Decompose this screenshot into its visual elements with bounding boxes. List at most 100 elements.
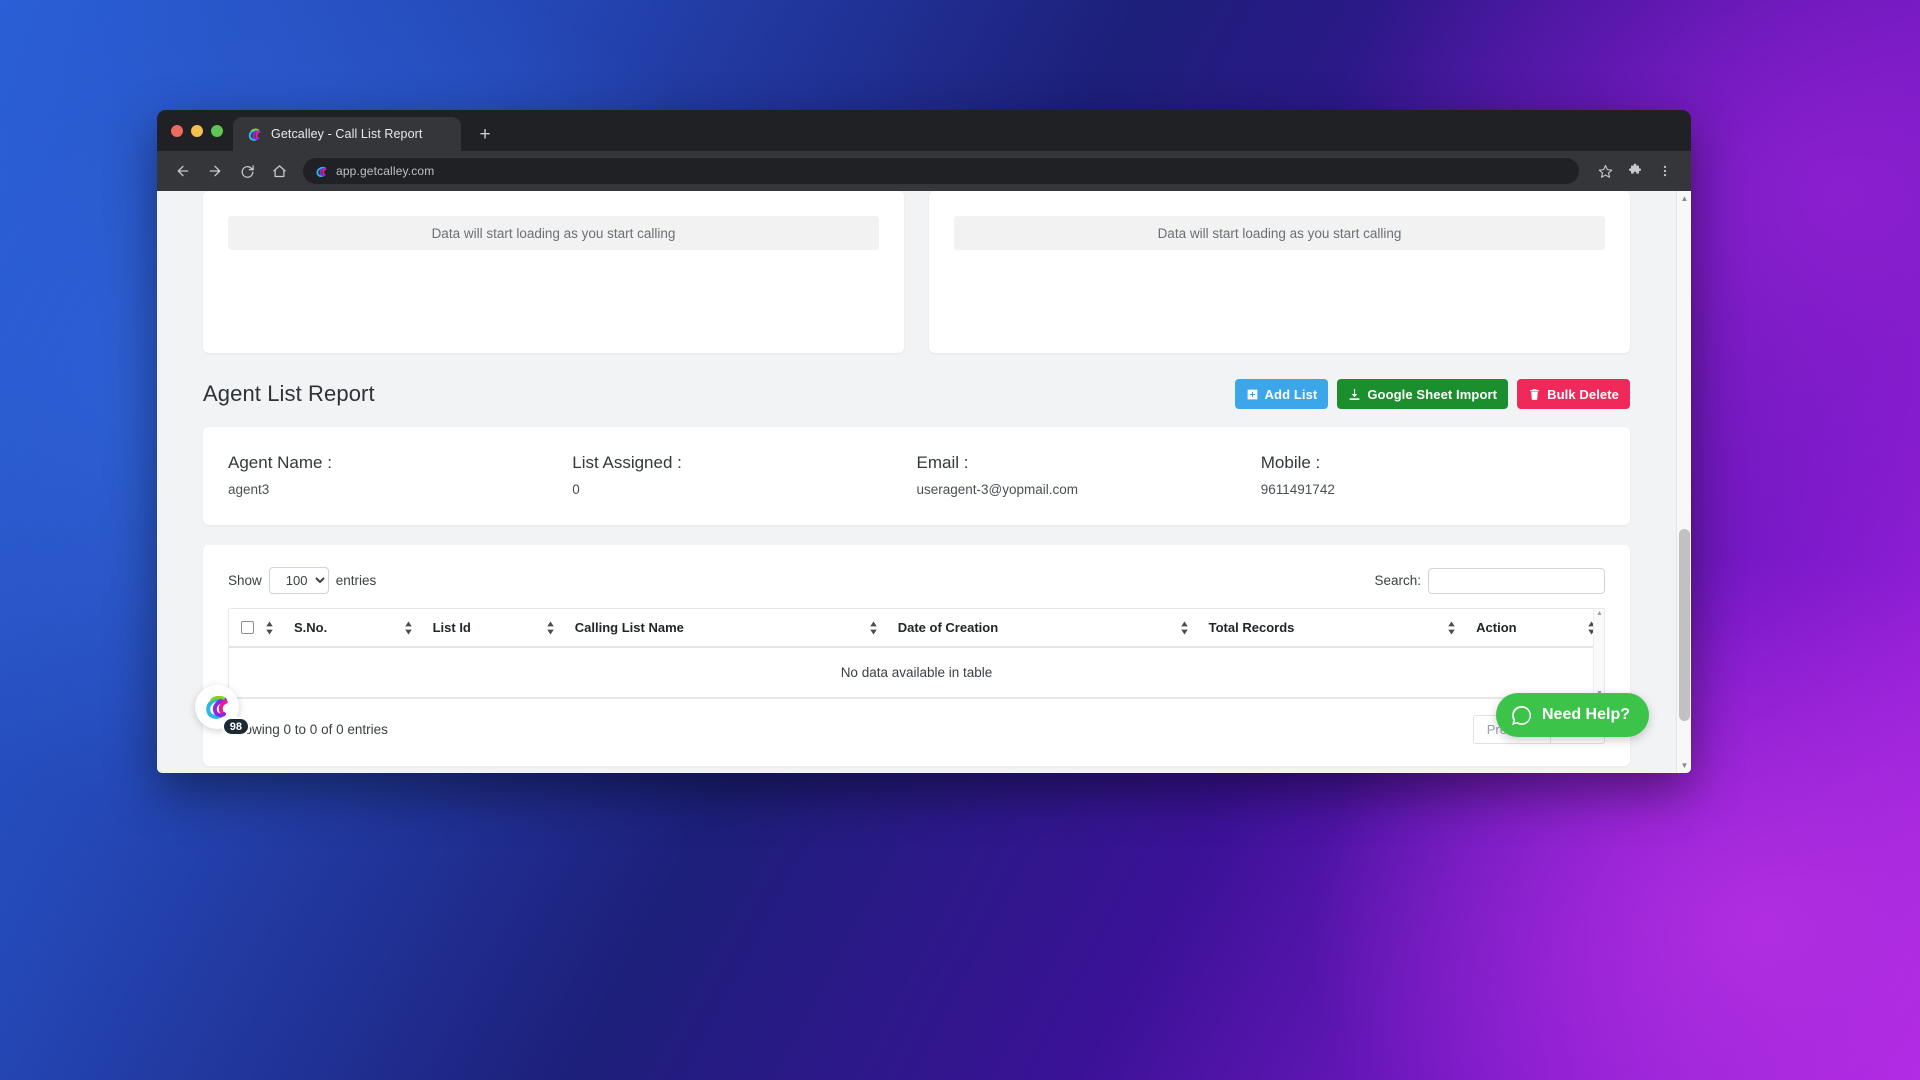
- maximize-window-button[interactable]: [211, 124, 223, 137]
- card-placeholder-text: Data will start loading as you start cal…: [228, 216, 879, 250]
- whatsapp-icon: [1511, 705, 1531, 725]
- column-action[interactable]: Action: [1464, 609, 1604, 648]
- download-icon: [1349, 388, 1360, 400]
- email-label: Email :: [916, 453, 969, 472]
- sort-icon[interactable]: [869, 621, 878, 634]
- sort-icon[interactable]: [404, 621, 413, 634]
- table-footer: Showing 0 to 0 of 0 entries Previous Nex…: [228, 715, 1605, 744]
- column-sno-label: S.No.: [294, 620, 328, 635]
- section-action-buttons: Add List Google Sheet Import Bulk Delete: [1234, 379, 1630, 409]
- browser-tab-active[interactable]: Getcalley - Call List Report: [233, 117, 461, 151]
- three-dot-menu-icon: [1663, 165, 1667, 177]
- site-favicon-icon: [316, 166, 327, 177]
- table-head: S.No. List Id Calling List Name Date of …: [229, 609, 1604, 648]
- puzzle-icon: [1629, 163, 1641, 174]
- browser-toolbar: app.getcalley.com: [157, 151, 1691, 191]
- column-calling-list-name-label: Calling List Name: [574, 620, 684, 635]
- google-sheet-import-button[interactable]: Google Sheet Import: [1337, 379, 1509, 409]
- sort-icon[interactable]: [1447, 621, 1456, 634]
- browser-menu-button[interactable]: [1651, 157, 1679, 185]
- address-bar[interactable]: app.getcalley.com: [303, 158, 1579, 184]
- agent-name-value: agent3: [228, 482, 270, 497]
- card-placeholder-text: Data will start loading as you start cal…: [954, 216, 1605, 250]
- back-button[interactable]: [169, 157, 197, 185]
- address-bar-url: app.getcalley.com: [336, 164, 435, 178]
- column-total-records-label: Total Records: [1208, 620, 1295, 635]
- select-all-column: [229, 609, 283, 648]
- agent-info-card: Agent Name : agent3 List Assigned : 0 Em…: [203, 427, 1630, 525]
- table-body: No data available in table: [229, 647, 1604, 698]
- forward-button[interactable]: [201, 157, 229, 185]
- arrow-left-icon: [177, 165, 189, 177]
- column-total-records[interactable]: Total Records: [1196, 609, 1465, 648]
- new-tab-button[interactable]: +: [471, 120, 499, 148]
- minimize-window-button[interactable]: [191, 124, 203, 137]
- calley-favicon-icon: [248, 127, 261, 141]
- page-content: Data will start loading as you start cal…: [157, 191, 1676, 766]
- sort-icon[interactable]: [1180, 621, 1189, 634]
- page-viewport: Data will start loading as you start cal…: [157, 191, 1691, 773]
- showing-entries-text: Showing 0 to 0 of 0 entries: [228, 722, 388, 737]
- browser-window: Getcalley - Call List Report + app.getca…: [157, 110, 1691, 773]
- toolbar-right-actions: [1591, 157, 1679, 185]
- need-help-label: Need Help?: [1541, 706, 1630, 723]
- table-controls: Show 102550100 entries Search:: [228, 567, 1605, 594]
- browser-tab-title: Getcalley - Call List Report: [271, 127, 423, 141]
- browser-tab-strip: Getcalley - Call List Report +: [157, 110, 1691, 151]
- scroll-up-icon[interactable]: ▲: [1595, 610, 1604, 617]
- list-assigned-label: List Assigned :: [572, 453, 682, 472]
- show-entries-control: Show 102550100 entries: [228, 567, 376, 594]
- list-assigned-field: List Assigned : 0: [572, 453, 916, 497]
- star-icon: [1598, 164, 1612, 178]
- column-date-of-creation[interactable]: Date of Creation: [885, 609, 1197, 648]
- column-date-of-creation-label: Date of Creation: [897, 620, 999, 635]
- mobile-field: Mobile : 9611491742: [1261, 453, 1605, 497]
- reload-icon: [241, 164, 254, 178]
- add-list-button[interactable]: Add List: [1234, 379, 1329, 409]
- page-scroll-up-icon[interactable]: ▲: [1677, 191, 1691, 206]
- agent-list-table: S.No. List Id Calling List Name Date of …: [229, 609, 1604, 698]
- window-traffic-lights: [167, 110, 233, 151]
- table-empty-row: No data available in table: [229, 647, 1604, 698]
- agent-name-label: Agent Name :: [228, 453, 332, 472]
- agent-name-field: Agent Name : agent3: [228, 453, 572, 497]
- close-window-button[interactable]: [171, 124, 183, 137]
- show-label: Show: [228, 573, 262, 588]
- entries-per-page-select[interactable]: 102550100: [268, 567, 329, 594]
- bookmark-button[interactable]: [1591, 157, 1619, 185]
- calley-floating-button[interactable]: 98: [195, 685, 250, 736]
- bulk-delete-label: Bulk Delete: [1547, 386, 1619, 402]
- need-help-button[interactable]: Need Help?: [1495, 693, 1649, 737]
- extensions-button[interactable]: [1621, 157, 1649, 185]
- email-value: useragent-3@yopmail.com: [916, 482, 1079, 497]
- column-sno[interactable]: S.No.: [282, 609, 421, 648]
- table-header-row: S.No. List Id Calling List Name Date of …: [229, 609, 1604, 648]
- sort-icon[interactable]: [265, 621, 274, 634]
- arrow-right-icon: [209, 165, 221, 177]
- dashboard-cards-row: Data will start loading as you start cal…: [203, 191, 1630, 353]
- reload-button[interactable]: [233, 157, 261, 185]
- search-label: Search:: [1374, 573, 1421, 588]
- page-scrollbar[interactable]: ▲ ▼: [1676, 191, 1691, 773]
- search-input[interactable]: [1428, 567, 1605, 594]
- page-scrollbar-thumb[interactable]: [1679, 528, 1690, 721]
- mobile-value: 9611491742: [1260, 482, 1335, 497]
- list-assigned-value: 0: [572, 482, 580, 497]
- sort-icon[interactable]: [546, 621, 555, 634]
- page-scroll-down-icon[interactable]: ▼: [1677, 758, 1691, 773]
- section-header: Agent List Report Add List Google Sheet …: [203, 379, 1630, 409]
- add-list-label: Add List: [1264, 386, 1318, 402]
- column-list-id-label: List Id: [432, 620, 471, 635]
- select-all-checkbox[interactable]: [241, 621, 254, 634]
- entries-label: entries: [335, 573, 377, 588]
- column-calling-list-name[interactable]: Calling List Name: [562, 609, 886, 648]
- agent-list-table-card: Show 102550100 entries Search:: [203, 545, 1630, 766]
- google-sheet-import-label: Google Sheet Import: [1367, 386, 1498, 402]
- dashboard-card-left: Data will start loading as you start cal…: [203, 191, 904, 353]
- table-vertical-scrollbar[interactable]: ▲ ▼: [1593, 609, 1604, 698]
- notification-badge: 98: [221, 717, 250, 736]
- home-button[interactable]: [265, 157, 293, 185]
- column-list-id[interactable]: List Id: [420, 609, 563, 648]
- bulk-delete-button[interactable]: Bulk Delete: [1517, 379, 1630, 409]
- table-search-control: Search:: [1374, 567, 1605, 594]
